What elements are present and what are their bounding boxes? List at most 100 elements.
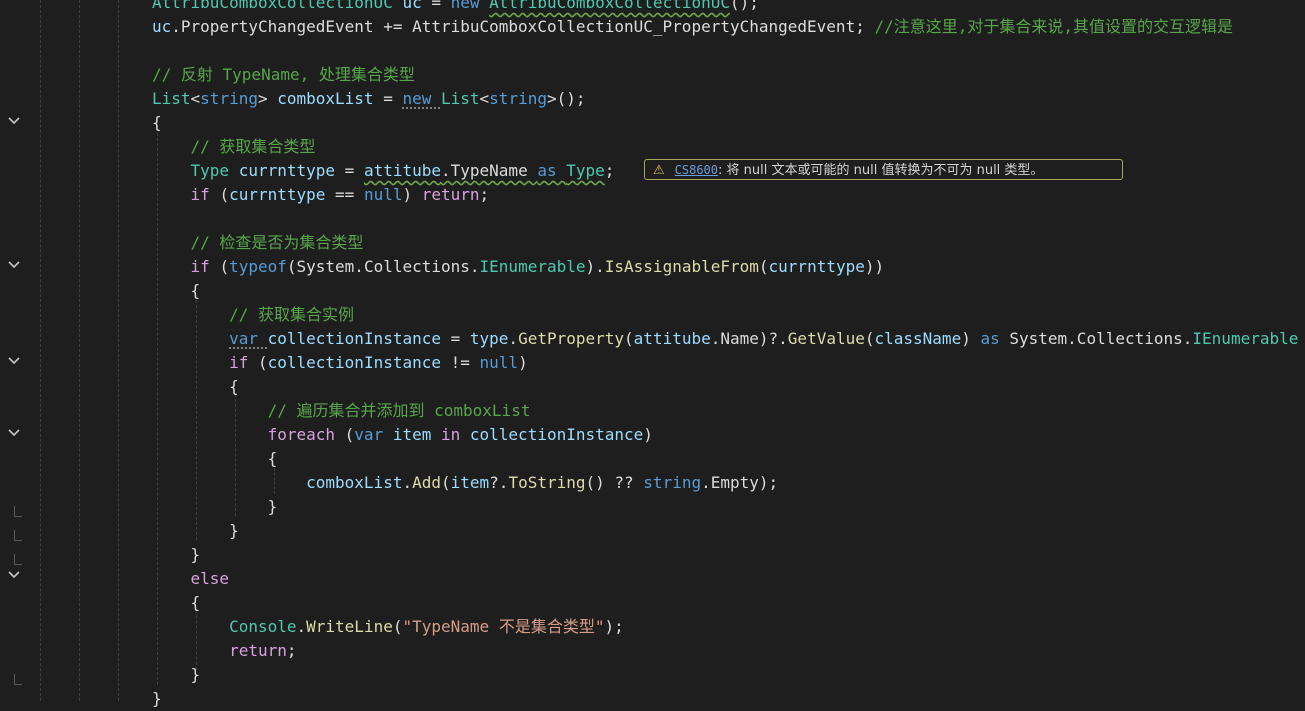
code-line[interactable]: var collectionInstance = type.GetPropert… (152, 327, 1298, 351)
code-line[interactable]: return; (152, 639, 297, 663)
code-token: // 反射 TypeName, 处理集合类型 (152, 65, 415, 84)
code-token: as (537, 161, 567, 180)
code-token: foreach (267, 425, 345, 444)
code-line[interactable]: if (typeof(System.Collections.IEnumerabl… (152, 255, 885, 279)
code-token: Type (190, 161, 239, 180)
code-line[interactable]: } (152, 543, 201, 567)
code-line[interactable]: } (152, 663, 201, 687)
code-token: comboxList (277, 89, 374, 108)
fold-end-marker (14, 530, 22, 541)
code-token: } (152, 521, 239, 540)
code-token: // 遍历集合并添加到 comboxList (267, 401, 531, 420)
code-line[interactable]: // 获取集合类型 (152, 135, 316, 159)
code-line[interactable]: // 反射 TypeName, 处理集合类型 (152, 63, 415, 87)
indent-guide (79, 0, 80, 701)
code-token: List (441, 89, 480, 108)
code-token: attitube (363, 161, 441, 180)
fold-chevron-icon[interactable] (6, 114, 22, 128)
code-line[interactable]: { (152, 375, 239, 399)
code-token: > (257, 89, 278, 108)
code-token: ; (604, 161, 615, 180)
code-token: currnttype (229, 185, 326, 204)
code-line[interactable]: foreach (var item in collectionInstance) (152, 423, 653, 447)
code-line[interactable]: // 检查是否为集合类型 (152, 231, 364, 255)
code-token: .Empty); (701, 473, 779, 492)
fold-chevron-icon[interactable] (6, 354, 22, 368)
code-token: currnttype (238, 161, 336, 180)
code-token: // 检查是否为集合类型 (190, 233, 364, 252)
code-token: collectionInstance (267, 329, 441, 348)
code-token: ) (518, 353, 528, 372)
code-line[interactable]: Type currnttype = attitube.TypeName as T… (152, 159, 615, 183)
code-token: currnttype (768, 257, 865, 276)
code-token: AttribuComboxCollectionUC (152, 0, 403, 12)
fold-chevron-icon[interactable] (6, 426, 22, 440)
code-line[interactable]: // 获取集合实例 (152, 303, 354, 327)
code-line[interactable]: } (152, 687, 162, 711)
code-token: { (152, 593, 201, 612)
code-line[interactable]: } (152, 495, 278, 519)
code-token: ( (441, 473, 451, 492)
code-line[interactable]: Console.WriteLine("TypeName 不是集合类型"); (152, 615, 624, 639)
code-token: null (479, 353, 519, 372)
code-line[interactable]: AttribuComboxCollectionUC uc = new Attri… (152, 0, 759, 15)
code-token: .Name)?. (710, 329, 788, 348)
code-token: var (354, 425, 393, 444)
code-token: if (229, 353, 258, 372)
code-line[interactable]: { (152, 447, 278, 471)
code-line[interactable]: // 遍历集合并添加到 comboxList (152, 399, 531, 423)
code-token: Type (566, 161, 605, 180)
inline-warning-hint[interactable]: ⚠ CS8600: 将 null 文本或可能的 null 值转换为不可为 null… (644, 159, 1123, 180)
code-token: )) (864, 257, 885, 276)
code-token: in (431, 425, 470, 444)
code-token: ; (286, 641, 297, 660)
code-line[interactable]: else (152, 567, 230, 591)
code-line[interactable]: { (152, 279, 201, 303)
fold-chevron-icon[interactable] (6, 258, 22, 272)
code-token: if (190, 257, 220, 276)
code-line[interactable]: { (152, 591, 201, 615)
code-line[interactable]: uc.PropertyChangedEvent += AttribuCombox… (152, 15, 1233, 39)
code-token: Console (229, 617, 297, 636)
code-token: null (363, 185, 403, 204)
code-token: uc (152, 17, 172, 36)
code-line[interactable]: } (152, 519, 239, 543)
code-token: //注意这里,对于集合来说,其值设置的交互逻辑是 (874, 17, 1234, 36)
code-token: == (325, 185, 364, 204)
fold-chevron-icon[interactable] (6, 568, 22, 582)
code-token: () ?? (585, 473, 644, 492)
code-token: { (152, 377, 239, 396)
code-token: Add (412, 473, 441, 492)
code-token: .PropertyChangedEvent += AttribuComboxCo… (171, 17, 875, 36)
code-line[interactable]: if (currnttype == null) return; (152, 183, 490, 207)
code-line[interactable]: if (collectionInstance != null) (152, 351, 528, 375)
code-token: type (469, 329, 509, 348)
code-token: (System.Collections. (286, 257, 480, 276)
code-token: ( (219, 257, 230, 276)
warning-code-link[interactable]: CS8600 (675, 163, 718, 177)
code-token: ( (758, 257, 769, 276)
code-line[interactable]: comboxList.Add(item?.ToString() ?? strin… (152, 471, 778, 495)
code-token: = (421, 0, 451, 12)
code-token: collectionInstance (469, 425, 644, 444)
code-token: WriteLine (306, 617, 393, 636)
code-token: uc (402, 0, 422, 12)
code-token: new (450, 0, 490, 12)
code-token: = (373, 89, 403, 108)
code-token: . (508, 329, 519, 348)
fold-end-marker (14, 506, 22, 517)
code-token: } (152, 545, 201, 564)
code-token: ) (961, 329, 981, 348)
indent-guide (118, 0, 119, 701)
code-token: attitube (633, 329, 711, 348)
code-line[interactable]: List<string> comboxList = new List<strin… (152, 87, 586, 111)
code-line[interactable]: { (152, 111, 162, 135)
